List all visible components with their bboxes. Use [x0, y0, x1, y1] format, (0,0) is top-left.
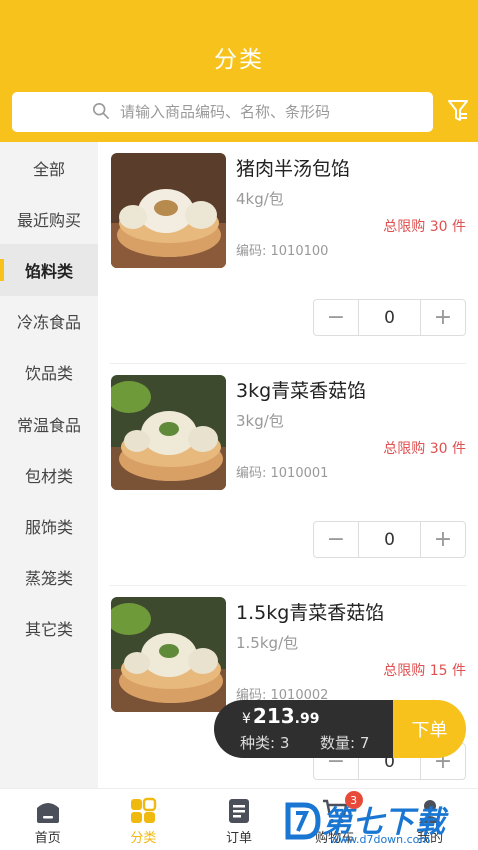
product-card[interactable]: 猪肉半汤包馅 4kg/包 总限购 30 件 编码: 1010100 − 0 + — [98, 142, 478, 364]
quantity-value[interactable]: 0 — [358, 300, 421, 335]
place-order-button[interactable]: 下单 — [393, 700, 466, 758]
d7-logo-icon — [285, 802, 321, 840]
product-image — [111, 153, 226, 268]
purchase-limit: 总限购 30 件 — [383, 219, 466, 235]
sidebar-item-label: 其它类 — [24, 620, 73, 640]
product-image — [111, 597, 226, 712]
search-icon — [92, 102, 110, 120]
tab-orders[interactable]: 订单 — [191, 789, 287, 850]
tab-label: 分类 — [130, 831, 157, 846]
purchase-limit: 总限购 30 件 — [383, 441, 466, 457]
sidebar-item-label: 冷冻食品 — [16, 313, 81, 333]
increase-button[interactable]: + — [421, 300, 465, 335]
sidebar-item-recent[interactable]: 最近购买 — [0, 193, 98, 244]
category-icon — [131, 797, 157, 823]
sidebar-item-label: 最近购买 — [16, 210, 81, 230]
currency-symbol: ¥ — [242, 711, 251, 727]
increase-button[interactable]: + — [421, 522, 465, 557]
sidebar-item-label: 包材类 — [24, 466, 73, 486]
cart-summary[interactable]: ¥213.99 种类: 3 数量: 7 — [214, 700, 396, 758]
product-name: 1.5kg青菜香菇馅 — [236, 602, 385, 624]
product-unit: 3kg/包 — [236, 412, 284, 430]
quantity-value[interactable]: 0 — [358, 522, 421, 557]
quantity-stepper: − 0 + — [313, 299, 466, 336]
cart-quantity: 数量: 7 — [320, 734, 370, 752]
sidebar-item-all[interactable]: 全部 — [0, 142, 98, 193]
search-bar[interactable] — [12, 92, 433, 132]
cart-total: ¥213.99 — [242, 704, 319, 728]
sidebar-item-other[interactable]: 其它类 — [0, 603, 98, 654]
sidebar-item-frozen[interactable]: 冷冻食品 — [0, 296, 98, 347]
product-card[interactable]: 3kg青菜香菇馅 3kg/包 总限购 30 件 编码: 1010001 − 0 … — [98, 364, 478, 586]
decrease-button[interactable]: − — [314, 522, 358, 557]
top-header: 分类 — [0, 0, 478, 142]
product-image — [111, 375, 226, 490]
product-name: 猪肉半汤包馅 — [236, 158, 351, 180]
sidebar-item-drinks[interactable]: 饮品类 — [0, 347, 98, 398]
search-input[interactable] — [120, 103, 420, 121]
sidebar-item-apparel[interactable]: 服饰类 — [0, 500, 98, 551]
tab-home[interactable]: 首页 — [0, 789, 96, 850]
sidebar-item-ambient[interactable]: 常温食品 — [0, 398, 98, 449]
page-title: 分类 — [214, 47, 264, 73]
sidebar-item-label: 馅料类 — [24, 261, 73, 281]
product-unit: 1.5kg/包 — [236, 634, 299, 652]
watermark-url: www.d7down.com — [330, 833, 431, 846]
product-name: 3kg青菜香菇馅 — [236, 380, 367, 402]
order-icon — [228, 799, 249, 823]
home-icon — [36, 803, 59, 823]
sidebar-item-steamers[interactable]: 蒸笼类 — [0, 552, 98, 603]
watermark-logo: 第七下载站 www.d7down.com — [282, 795, 472, 850]
purchase-limit: 总限购 15 件 — [383, 663, 466, 679]
decrease-button[interactable]: − — [314, 300, 358, 335]
tab-category[interactable]: 分类 — [96, 789, 192, 850]
sidebar-item-label: 全部 — [32, 159, 65, 179]
filter-icon[interactable] — [447, 98, 469, 124]
cart-total-decimal: .99 — [294, 711, 320, 727]
tab-label: 首页 — [34, 831, 61, 846]
sidebar-item-label: 服饰类 — [24, 517, 73, 537]
sidebar-item-packaging[interactable]: 包材类 — [0, 449, 98, 500]
cart-summary-bar[interactable]: ¥213.99 种类: 3 数量: 7 下单 — [214, 700, 466, 758]
sidebar-item-label: 蒸笼类 — [24, 569, 73, 589]
product-list[interactable]: 猪肉半汤包馅 4kg/包 总限购 30 件 编码: 1010100 − 0 + … — [98, 142, 478, 788]
quantity-stepper: − 0 + — [313, 521, 466, 558]
category-sidebar: 全部 最近购买 馅料类 冷冻食品 饮品类 常温食品 包材类 服饰类 蒸笼类 其它… — [0, 142, 98, 788]
cart-total-integer: 213 — [252, 704, 295, 728]
product-unit: 4kg/包 — [236, 190, 284, 208]
product-code: 编码: 1010001 — [236, 466, 329, 481]
tab-label: 订单 — [225, 831, 252, 846]
sidebar-item-label: 饮品类 — [24, 364, 73, 384]
sidebar-item-fillings[interactable]: 馅料类 — [0, 244, 98, 296]
sidebar-item-label: 常温食品 — [16, 415, 81, 435]
product-code: 编码: 1010100 — [236, 244, 329, 259]
cart-kinds: 种类: 3 — [240, 734, 290, 752]
